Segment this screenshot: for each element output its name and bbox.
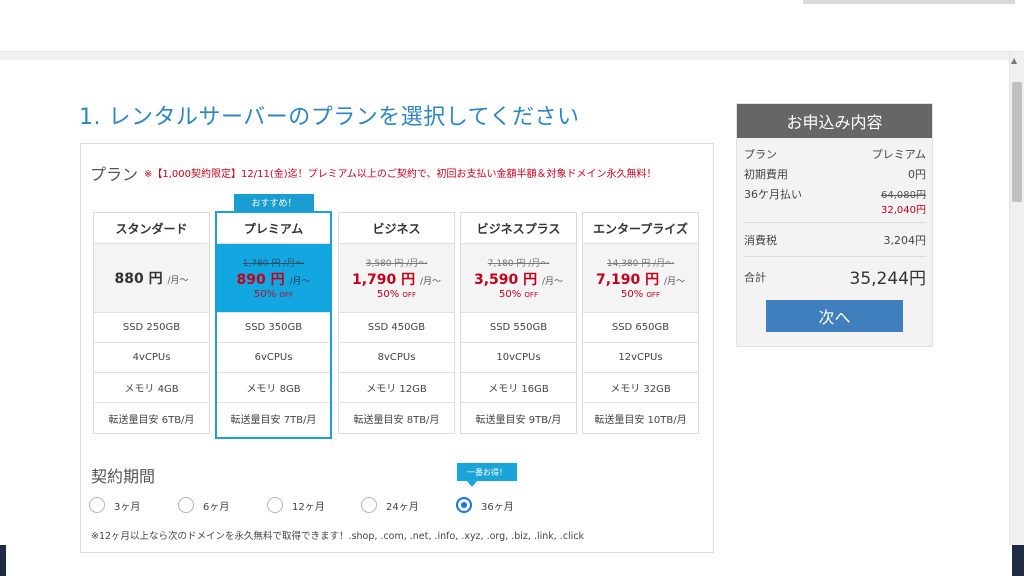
- radio-button[interactable]: [456, 497, 472, 513]
- order-plan-label: プラン: [744, 148, 777, 161]
- page-shade: [0, 52, 1009, 60]
- radio-button[interactable]: [267, 497, 283, 513]
- order-tax-label: 消費税: [744, 234, 777, 247]
- plan-discount: 50% OFF: [499, 289, 538, 300]
- recommended-badge: おすすめ！: [234, 194, 314, 211]
- plan-memory: メモリ 8GB: [217, 373, 330, 403]
- radio-button[interactable]: [89, 497, 105, 513]
- plan-card-standard[interactable]: スタンダード 880 円 /月～ SSD 250GB 4vCPUs メモリ 4G…: [93, 212, 210, 434]
- plan-transfer: 転送量目安 7TB/月: [230, 414, 317, 426]
- free-domain-note: ※12ヶ月以上なら次のドメインを永久無料で取得できます！.shop, .com,…: [91, 531, 585, 542]
- plan-ssd: SSD 550GB: [461, 313, 576, 343]
- plan-card-business-plus[interactable]: ビジネスプラス 7,180 円 /月～ 3,590 円 /月～ 50% OFF …: [460, 212, 577, 434]
- order-tax-row: 消費税 3,204円: [744, 232, 926, 248]
- order-summary-title: お申込み内容: [737, 104, 932, 138]
- plan-name: ビジネスプラス: [461, 213, 576, 244]
- page-title: 1. レンタルサーバーのプランを選択してください: [79, 105, 580, 130]
- scroll-up-arrow-icon[interactable]: ▲: [1011, 56, 1017, 65]
- plan-discount: 50% OFF: [621, 289, 660, 300]
- plan-section-label: プラン: [90, 165, 139, 184]
- order-initial-fee-row: 初期費用 0円: [744, 166, 926, 182]
- plan-name: プレミアム: [217, 213, 330, 244]
- plan-ssd: SSD 650GB: [583, 313, 698, 343]
- plan-transfer: 転送量目安 10TB/月: [594, 414, 687, 426]
- plan-price: 890 円 /月～: [236, 272, 311, 288]
- scrollbar-thumb[interactable]: [1012, 82, 1022, 202]
- plan-price: 7,190 円 /月～: [595, 272, 686, 288]
- order-payment-new: 32,040円: [881, 205, 926, 216]
- plan-price: 3,590 円 /月～: [473, 272, 564, 288]
- contract-option-24-months[interactable]: 24ヶ月: [361, 497, 419, 513]
- plan-name: エンタープライズ: [583, 213, 698, 244]
- plan-old-price: 3,580 円 /月～: [365, 259, 428, 269]
- plan-cpu: 8vCPUs: [339, 343, 454, 373]
- plan-cpu: 12vCPUs: [583, 343, 698, 373]
- plan-transfer: 転送量目安 6TB/月: [108, 414, 195, 426]
- promo-banner-text: ※【1,000契約限定】12/11(金)迄！プレミアム以上のご契約で、初回お支払…: [144, 169, 657, 180]
- order-plan-row: プラン プレミアム: [744, 146, 926, 162]
- plan-price-area: 3,580 円 /月～ 1,790 円 /月～ 50% OFF: [339, 244, 454, 313]
- plan-card-enterprise[interactable]: エンタープライズ 14,380 円 /月～ 7,190 円 /月～ 50% OF…: [582, 212, 699, 434]
- order-total-value: 35,244円: [849, 269, 926, 289]
- plan-ssd: SSD 450GB: [339, 313, 454, 343]
- plan-old-price: 14,380 円 /月～: [606, 259, 675, 269]
- plan-price-area: 7,180 円 /月～ 3,590 円 /月～ 50% OFF: [461, 244, 576, 313]
- plan-price-area: 1,780 円 /月～ 890 円 /月～ 50% OFF: [217, 244, 330, 313]
- top-toolbar-strip: [803, 0, 1015, 4]
- plan-discount: 50% OFF: [254, 289, 293, 300]
- contract-option-12-months[interactable]: 12ヶ月: [267, 497, 325, 513]
- order-initial-value: 0円: [908, 168, 926, 181]
- radio-label: 24ヶ月: [386, 501, 419, 513]
- taskbar-edge-left: [0, 545, 6, 576]
- plan-transfer: 転送量目安 9TB/月: [475, 414, 562, 426]
- plan-cpu: 4vCPUs: [94, 343, 209, 373]
- plan-discount: 50% OFF: [377, 289, 416, 300]
- plan-transfer: 転送量目安 8TB/月: [353, 414, 440, 426]
- contract-period-label: 契約期間: [91, 467, 156, 486]
- order-total-label: 合計: [744, 270, 766, 284]
- order-summary-panel: お申込み内容 プラン プレミアム 初期費用 0円 36ケ月払い 64,080円 …: [736, 103, 933, 347]
- plan-memory: メモリ 4GB: [94, 373, 209, 403]
- radio-label: 6ヶ月: [203, 501, 230, 513]
- contract-option-36-months[interactable]: 36ヶ月: [456, 497, 514, 513]
- order-payment-row: 36ケ月払い 64,080円 32,040円: [744, 186, 926, 216]
- plan-price: 1,790 円 /月～: [351, 272, 442, 288]
- plan-price-area: 14,380 円 /月～ 7,190 円 /月～ 50% OFF: [583, 244, 698, 313]
- plan-name: スタンダード: [94, 213, 209, 244]
- radio-label: 12ヶ月: [292, 501, 325, 513]
- plan-cpu: 6vCPUs: [217, 343, 330, 373]
- order-payment-values: 64,080円 32,040円: [881, 186, 926, 216]
- plan-old-price: 7,180 円 /月～: [487, 259, 550, 269]
- browser-top-area: [0, 0, 1024, 52]
- next-button[interactable]: 次へ: [766, 300, 903, 332]
- order-payment-label: 36ケ月払い: [744, 188, 802, 201]
- taskbar-edge-right: [1012, 545, 1024, 576]
- best-value-badge: 一番お得！: [457, 463, 517, 487]
- plan-memory: メモリ 32GB: [583, 373, 698, 403]
- contract-option-6-months[interactable]: 6ヶ月: [178, 497, 229, 513]
- order-payment-old: 64,080円: [881, 190, 926, 201]
- contract-option-3-months[interactable]: 3ヶ月: [89, 497, 140, 513]
- plan-price-area: 880 円 /月～: [94, 244, 209, 313]
- plan-card-business[interactable]: ビジネス 3,580 円 /月～ 1,790 円 /月～ 50% OFF SSD…: [338, 212, 455, 434]
- order-divider: [744, 222, 926, 223]
- plan-name: ビジネス: [339, 213, 454, 244]
- radio-button[interactable]: [178, 497, 194, 513]
- plan-cpu: 10vCPUs: [461, 343, 576, 373]
- order-initial-label: 初期費用: [744, 168, 788, 181]
- order-total-row: 合計 35,244円: [744, 264, 926, 289]
- plan-memory: メモリ 12GB: [339, 373, 454, 403]
- plan-ssd: SSD 350GB: [217, 313, 330, 343]
- order-plan-value: プレミアム: [871, 148, 926, 161]
- radio-label: 36ヶ月: [481, 501, 514, 513]
- order-divider: [744, 256, 926, 257]
- plan-card-premium[interactable]: プレミアム 1,780 円 /月～ 890 円 /月～ 50% OFF SSD …: [215, 211, 332, 439]
- order-tax-value: 3,204円: [883, 234, 927, 247]
- radio-label: 3ヶ月: [114, 501, 141, 513]
- plan-price: 880 円 /月～: [114, 271, 189, 287]
- plan-memory: メモリ 16GB: [461, 373, 576, 403]
- radio-button[interactable]: [361, 497, 377, 513]
- plan-old-price: 1,780 円 /月～: [242, 259, 305, 269]
- plan-ssd: SSD 250GB: [94, 313, 209, 343]
